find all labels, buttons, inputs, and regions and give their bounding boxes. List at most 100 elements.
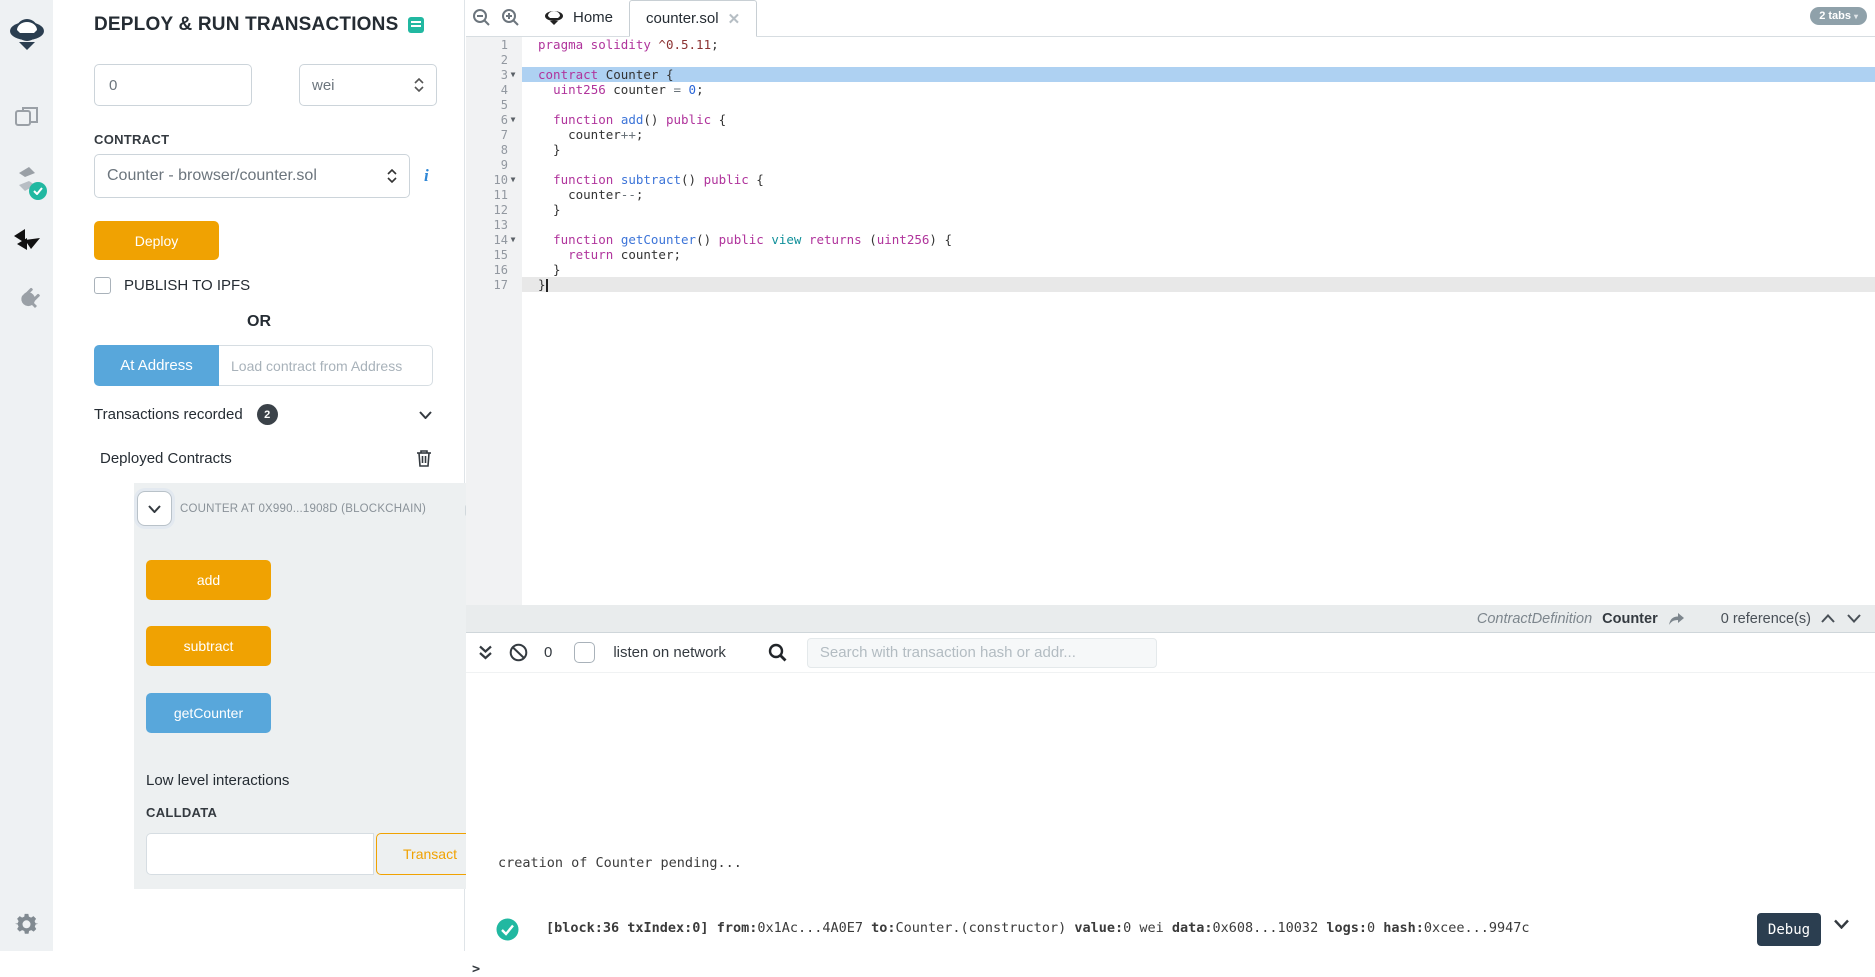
deploy-run-icon[interactable]	[0, 218, 53, 262]
code-line-9[interactable]	[522, 157, 1875, 172]
gutter-line-15[interactable]: 15	[466, 247, 522, 262]
node-name-label: Counter	[1602, 611, 1658, 627]
code-line-10[interactable]: function subtract() public {	[522, 172, 1875, 187]
solidity-compiler-icon[interactable]	[0, 158, 53, 202]
code-line-17[interactable]: }	[522, 277, 1875, 292]
unit-select[interactable]: wei	[299, 64, 437, 106]
calldata-input[interactable]	[146, 833, 374, 875]
publish-ipfs-label: PUBLISH TO IPFS	[124, 277, 250, 294]
publish-ipfs-row: PUBLISH TO IPFS	[94, 277, 250, 294]
settings-gear-icon[interactable]	[0, 903, 53, 947]
gutter-line-5[interactable]: 5	[466, 97, 522, 112]
gutter-line-7[interactable]: 7	[466, 127, 522, 142]
editor-gutter: 123▼456▼78910▼11121314▼151617	[466, 37, 522, 605]
next-reference-icon[interactable]	[1847, 614, 1861, 623]
code-line-1[interactable]: pragma solidity ^0.5.11;	[522, 37, 1875, 52]
instance-title: COUNTER AT 0X990...1908D (BLOCKCHAIN)	[180, 503, 426, 515]
success-check-icon	[496, 918, 519, 941]
terminal-collapse-icon[interactable]	[478, 645, 493, 660]
code-line-11[interactable]: counter--;	[522, 187, 1875, 202]
gutter-line-11[interactable]: 11	[466, 187, 522, 202]
scenario-record-icon[interactable]	[408, 17, 424, 33]
terminal-search-input[interactable]	[807, 638, 1157, 668]
contract-info-icon[interactable]: i	[424, 166, 429, 186]
function-subtract-button[interactable]: subtract	[146, 626, 271, 666]
at-address-button[interactable]: At Address	[94, 345, 219, 386]
transactions-recorded-row[interactable]: Transactions recorded 2	[94, 404, 432, 425]
contract-label: CONTRACT	[94, 132, 169, 147]
code-line-6[interactable]: function add() public {	[522, 112, 1875, 127]
gutter-line-12[interactable]: 12	[466, 202, 522, 217]
remix-logo-icon[interactable]	[0, 14, 53, 58]
gutter-line-1[interactable]: 1	[466, 37, 522, 52]
debug-button[interactable]: Debug	[1757, 913, 1821, 946]
zoom-in-icon[interactable]	[501, 8, 520, 27]
code-line-5[interactable]	[522, 97, 1875, 112]
chevron-down-icon[interactable]	[419, 411, 432, 419]
plugin-manager-icon[interactable]	[0, 276, 53, 320]
tabs-count-label: 2 tabs	[1819, 10, 1851, 22]
low-level-row: Low level interactions i	[146, 770, 484, 790]
close-tab-icon[interactable]: ✕	[728, 10, 741, 28]
code-line-16[interactable]: }	[522, 262, 1875, 277]
tab-home[interactable]: Home	[528, 0, 629, 36]
gutter-line-16[interactable]: 16	[466, 262, 522, 277]
gutter-line-6[interactable]: 6▼	[466, 112, 522, 127]
tab-counter-label: counter.sol	[646, 10, 719, 27]
code-line-2[interactable]	[522, 52, 1875, 67]
code-line-13[interactable]	[522, 217, 1875, 232]
gutter-line-3[interactable]: 3▼	[466, 67, 522, 82]
transaction-log-row[interactable]: [block:36 txIndex:0] from:0x1Ac...4A0E7 …	[466, 909, 1875, 949]
tab-bar: Home counter.sol ✕ 2 tabs ▾	[466, 0, 1875, 37]
instance-expand-button[interactable]	[137, 491, 172, 526]
deployed-instance-panel: COUNTER AT 0X990...1908D (BLOCKCHAIN) ad…	[134, 483, 496, 889]
contract-row: Counter - browser/counter.sol i	[94, 154, 429, 198]
pending-message: creation of Counter pending...	[498, 855, 742, 871]
code-editor[interactable]: 123▼456▼78910▼11121314▼151617 pragma sol…	[466, 37, 1875, 605]
deployed-contracts-label: Deployed Contracts	[100, 450, 232, 467]
contract-select[interactable]: Counter - browser/counter.sol	[94, 154, 410, 198]
trash-icon[interactable]	[416, 449, 432, 467]
tabs-count-badge[interactable]: 2 tabs ▾	[1810, 7, 1867, 25]
prev-reference-icon[interactable]	[1821, 614, 1835, 623]
gutter-line-9[interactable]: 9	[466, 157, 522, 172]
gutter-line-4[interactable]: 4	[466, 82, 522, 97]
zoom-controls	[466, 0, 528, 36]
gutter-line-14[interactable]: 14▼	[466, 232, 522, 247]
tab-counter-sol[interactable]: counter.sol ✕	[629, 0, 757, 37]
calldata-label: CALLDATA	[146, 805, 217, 820]
publish-ipfs-checkbox[interactable]	[94, 277, 111, 294]
code-line-8[interactable]: }	[522, 142, 1875, 157]
code-line-15[interactable]: return counter;	[522, 247, 1875, 262]
expand-log-icon[interactable]	[1834, 919, 1849, 929]
code-line-7[interactable]: counter++;	[522, 127, 1875, 142]
gutter-line-10[interactable]: 10▼	[466, 172, 522, 187]
terminal-prompt[interactable]: >	[472, 961, 480, 977]
gutter-line-17[interactable]: 17	[466, 277, 522, 292]
at-address-input[interactable]	[219, 345, 433, 386]
gutter-line-13[interactable]: 13	[466, 217, 522, 232]
editor-code[interactable]: pragma solidity ^0.5.11; contract Counter…	[522, 37, 1875, 605]
function-add-button[interactable]: add	[146, 560, 271, 600]
calldata-row: Transact	[146, 833, 484, 875]
zoom-out-icon[interactable]	[472, 8, 491, 27]
listen-network-checkbox[interactable]	[574, 642, 595, 663]
code-line-3[interactable]: contract Counter {	[522, 67, 1875, 82]
value-row: wei	[94, 64, 437, 106]
value-input[interactable]	[94, 64, 252, 106]
code-line-14[interactable]: function getCounter() public view return…	[522, 232, 1875, 247]
clear-console-icon[interactable]	[509, 643, 528, 662]
contract-select-value: Counter - browser/counter.sol	[107, 167, 317, 185]
file-explorer-icon[interactable]	[0, 95, 53, 139]
terminal-output: creation of Counter pending... [block:36…	[466, 673, 1875, 951]
goto-definition-icon[interactable]	[1668, 612, 1685, 626]
transactions-recorded-label: Transactions recorded	[94, 406, 243, 423]
main-area: Home counter.sol ✕ 2 tabs ▾ 123▼456▼7891…	[466, 0, 1875, 951]
deploy-button[interactable]: Deploy	[94, 221, 219, 260]
gutter-line-2[interactable]: 2	[466, 52, 522, 67]
terminal-toolbar: 0 listen on network	[466, 633, 1875, 673]
code-line-4[interactable]: uint256 counter = 0;	[522, 82, 1875, 97]
gutter-line-8[interactable]: 8	[466, 142, 522, 157]
function-getcounter-button[interactable]: getCounter	[146, 693, 271, 733]
code-line-12[interactable]: }	[522, 202, 1875, 217]
